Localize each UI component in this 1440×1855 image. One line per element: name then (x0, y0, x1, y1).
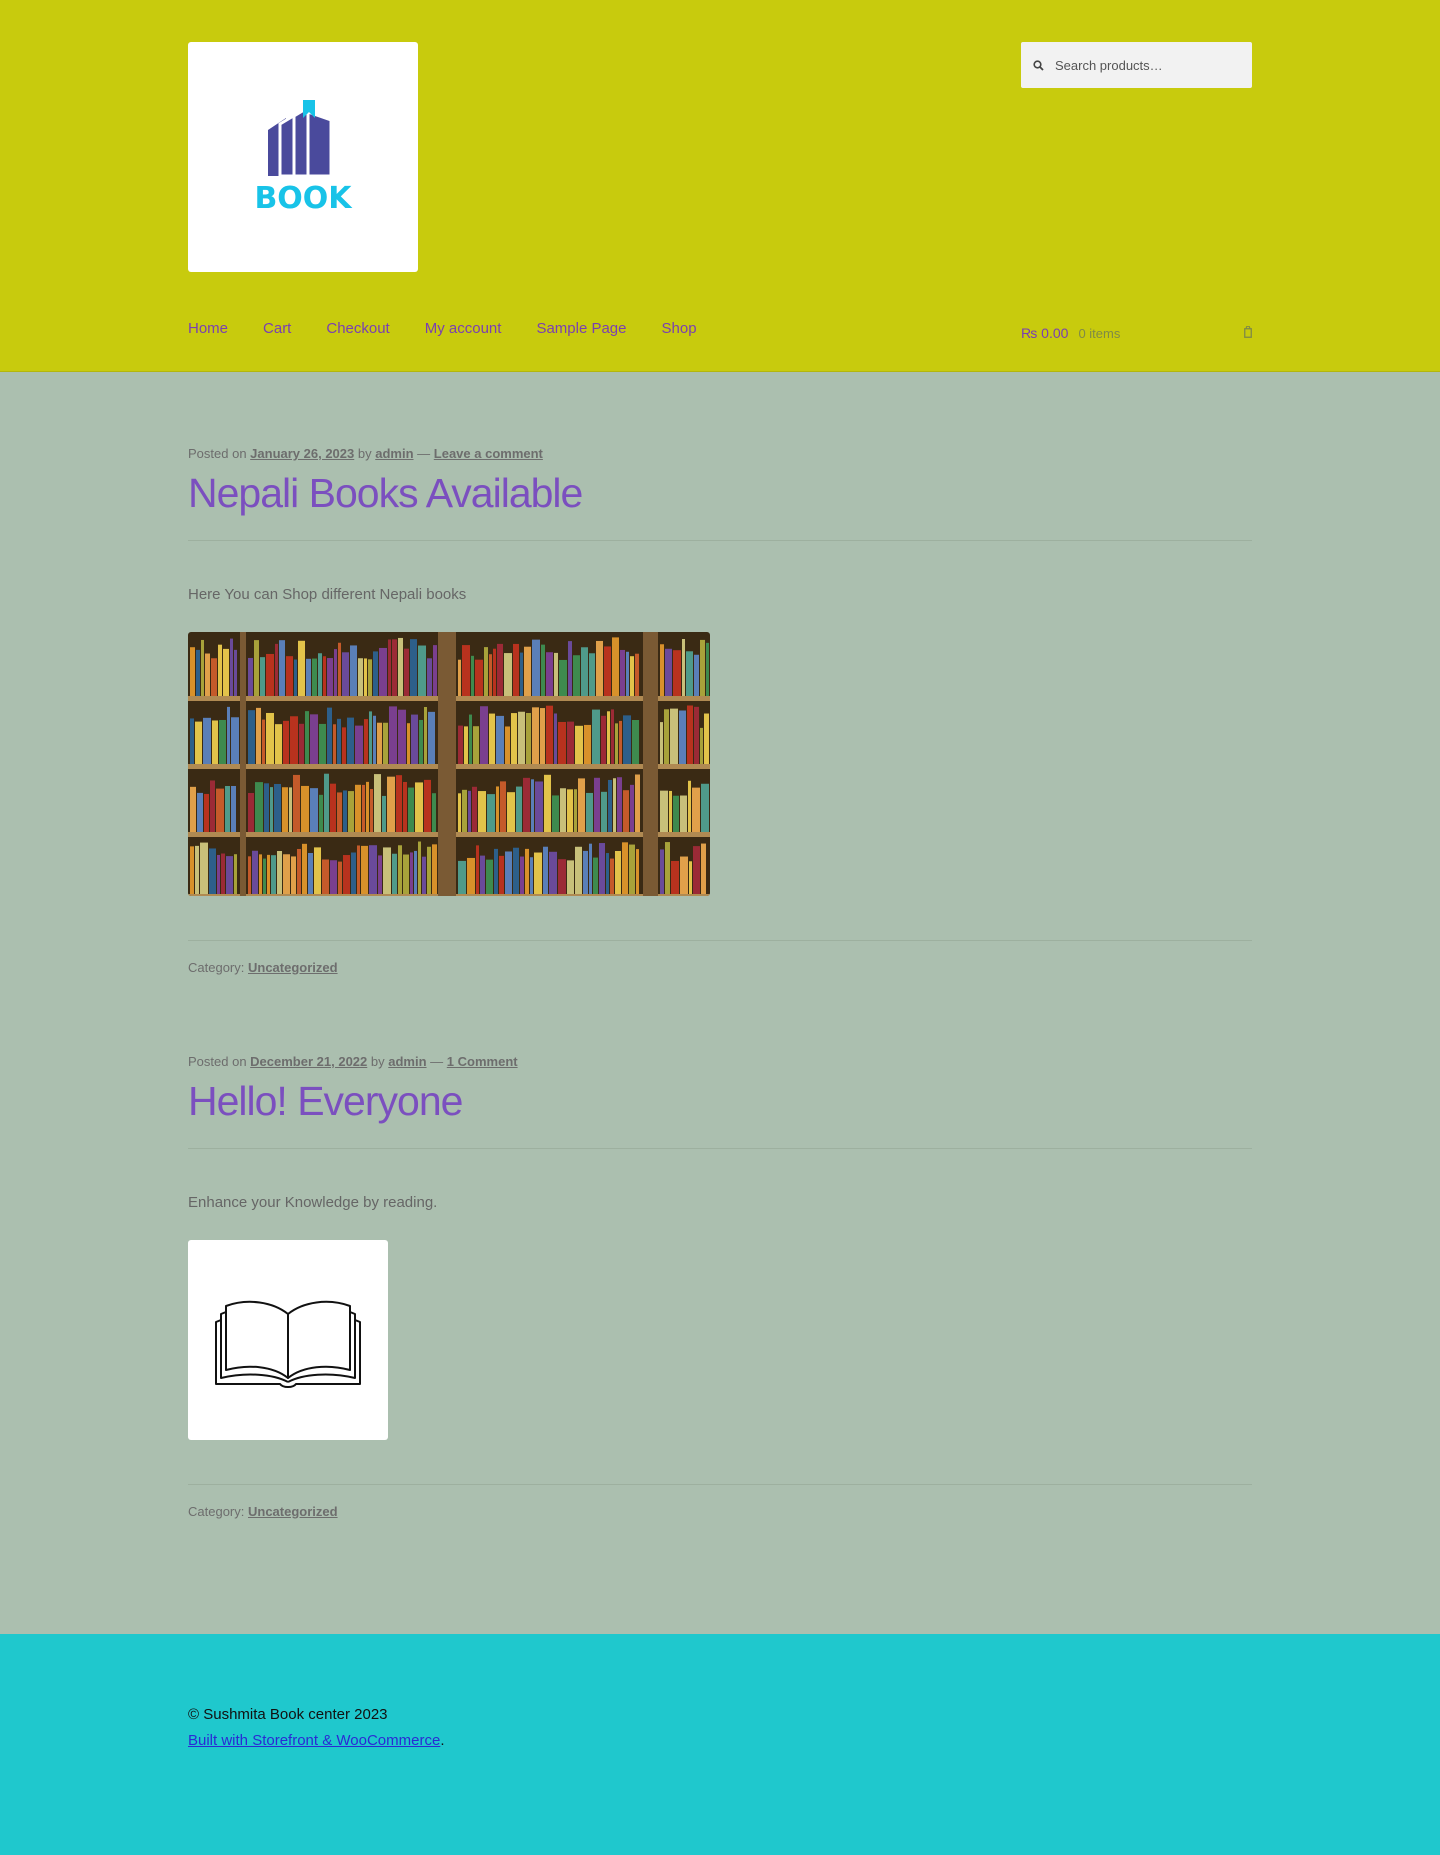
post-comments-link[interactable]: 1 Comment (447, 1054, 518, 1069)
posted-on-label: Posted on (188, 1054, 247, 1069)
meta-separator: — (417, 446, 431, 461)
nav-checkout[interactable]: Checkout (326, 320, 389, 337)
title-divider (188, 540, 1252, 541)
header-cart[interactable]: ₨ 0.00 0 items (1021, 322, 1252, 344)
credit-suffix: . (440, 1732, 445, 1749)
by-label: by (357, 446, 372, 461)
post-2: Posted on December 21, 2022 by admin — 1… (188, 1054, 1252, 1544)
by-label: by (370, 1054, 385, 1069)
title-divider (188, 1148, 1252, 1149)
nav-home[interactable]: Home (188, 320, 228, 337)
logo-text: BOOK (254, 181, 353, 216)
cart-count: 0 items (1078, 325, 1121, 341)
post-comments-link[interactable]: Leave a comment (434, 446, 543, 461)
post-title[interactable]: Nepali Books Available (188, 473, 583, 514)
copyright-text: © Sushmita Book center 2023 (188, 1706, 388, 1723)
nav-my-account[interactable]: My account (425, 320, 502, 337)
search-input[interactable] (1055, 57, 1245, 73)
post-title[interactable]: Hello! Everyone (188, 1081, 463, 1122)
nav-sample-page[interactable]: Sample Page (536, 320, 626, 337)
post-footer-divider (188, 940, 1252, 941)
credit-line: Built with Storefront & WooCommerce. (188, 1732, 444, 1749)
bookshelf-painting (188, 632, 710, 896)
product-search[interactable] (1021, 42, 1252, 88)
site-footer: © Sushmita Book center 2023 Built with S… (0, 1634, 1440, 1855)
post-date-link[interactable]: January 26, 2023 (250, 446, 354, 461)
post-meta: Posted on December 21, 2022 by admin — 1… (188, 1054, 518, 1069)
nav-cart[interactable]: Cart (263, 320, 291, 337)
book-logo-icon: BOOK (254, 100, 353, 216)
post-1: Posted on January 26, 2023 by admin — Le… (188, 446, 1252, 986)
cart-amount: ₨ 0.00 (1021, 325, 1069, 341)
nav-shop[interactable]: Shop (662, 320, 697, 337)
open-book-icon (215, 1300, 361, 1388)
post-date-link[interactable]: December 21, 2022 (250, 1054, 367, 1069)
post-excerpt: Enhance your Knowledge by reading. (188, 1194, 438, 1211)
search-icon (1021, 59, 1055, 71)
post-category: Category: Uncategorized (188, 1504, 338, 1519)
post-meta: Posted on January 26, 2023 by admin — Le… (188, 446, 543, 461)
category-link[interactable]: Uncategorized (248, 1504, 338, 1519)
category-label: Category: (188, 960, 245, 975)
category-link[interactable]: Uncategorized (248, 960, 338, 975)
post-excerpt: Here You can Shop different Nepali books (188, 586, 467, 603)
open-book-image (188, 1240, 388, 1440)
site-header: BOOK Home Cart Checkout My account Sampl… (0, 0, 1440, 372)
storefront-credit-link[interactable]: Built with Storefront & WooCommerce (188, 1732, 440, 1749)
site-logo[interactable]: BOOK (188, 42, 418, 272)
post-author-link[interactable]: admin (388, 1054, 426, 1069)
post-category: Category: Uncategorized (188, 960, 338, 975)
meta-separator: — (430, 1054, 444, 1069)
posted-on-label: Posted on (188, 446, 247, 461)
post-footer-divider (188, 1484, 1252, 1485)
category-label: Category: (188, 1504, 245, 1519)
basket-icon (1244, 325, 1252, 343)
post-author-link[interactable]: admin (375, 446, 413, 461)
bookshelf-image (188, 632, 710, 896)
primary-nav: Home Cart Checkout My account Sample Pag… (188, 320, 732, 337)
